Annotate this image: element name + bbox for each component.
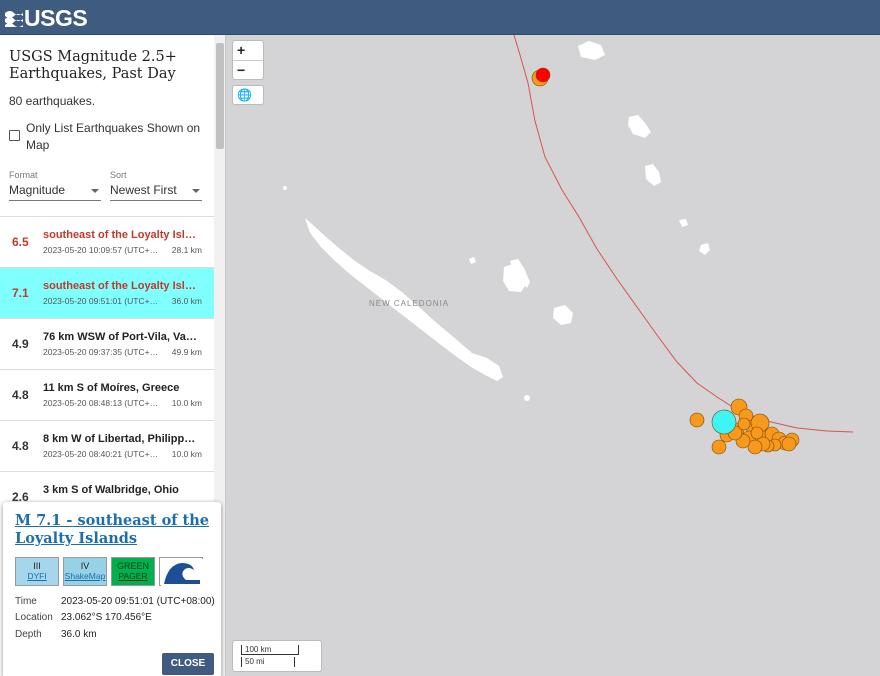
globe-icon: 🌐 xyxy=(237,88,252,102)
location-value: 23.062°S 170.456°E xyxy=(61,612,152,623)
magnitude: 7.1 xyxy=(12,286,29,300)
place-name: southeast of the Loyalty Islands xyxy=(43,280,198,292)
new-caledonia-label: NEW CALEDONIA xyxy=(369,299,449,308)
selected-earthquake-marker[interactable] xyxy=(711,409,737,435)
zoom-control[interactable]: + − xyxy=(232,40,264,80)
earthquake-list-item[interactable]: 7.1 southeast of the Loyalty Islands 2023-… xyxy=(0,267,214,318)
earthquake-list-item[interactable]: 6.5 southeast of the Loyalty Islands 2023-… xyxy=(0,216,214,267)
event-time: 2023-05-20 09:37:35 (UTC+08:00) xyxy=(43,347,161,357)
place-name: 8 km W of Libertad, Philippines xyxy=(43,433,198,445)
vanuatu-island-5 xyxy=(699,243,710,255)
earthquake-marker[interactable] xyxy=(750,426,764,440)
map-canvas[interactable]: NEW CALEDONIA xyxy=(227,35,880,676)
depth-label: Depth xyxy=(15,629,42,640)
sort-select[interactable]: Sort Newest First xyxy=(110,170,202,201)
logo-text: USGS xyxy=(24,4,88,31)
plate-boundary-line xyxy=(513,35,854,433)
place-name: 76 km WSW of Port-Vila, Vanuatu xyxy=(43,331,198,343)
event-depth: 28.1 km xyxy=(171,245,202,255)
scale-bar: 100 km 50 mi xyxy=(232,640,322,672)
shakemap-link[interactable]: ShakeMap xyxy=(64,571,106,581)
vanuatu-island-1 xyxy=(578,41,605,60)
scale-mi: 50 mi xyxy=(241,657,295,667)
map-view[interactable]: NEW CALEDONIA + − 🌐 100 km 50 mi xyxy=(227,35,880,676)
filter-label: Only List Earthquakes Shown on Map xyxy=(26,121,201,152)
isle-of-pines xyxy=(524,395,530,401)
sort-value-box[interactable]: Newest First xyxy=(110,183,202,201)
earthquake-list-item[interactable]: 4.8 11 km S of Moíres, Greece 2023-05-20 0… xyxy=(0,369,214,420)
vanuatu-island-4 xyxy=(679,219,688,227)
dyfi-link[interactable]: DYFI xyxy=(16,571,58,581)
scale-km: 100 km xyxy=(241,645,299,655)
shakemap-level: IV xyxy=(80,561,90,571)
event-time: 2023-05-20 10:09:57 (UTC+08:00) xyxy=(43,245,161,255)
pager-badge[interactable]: GREEN PAGER xyxy=(111,557,155,586)
earthquake-list-item[interactable]: 4.8 8 km W of Libertad, Philippines 2023-0… xyxy=(0,420,214,471)
format-select[interactable]: Format Magnitude xyxy=(9,170,101,201)
zoom-in-button[interactable]: + xyxy=(233,41,263,60)
chevron-down-icon xyxy=(192,189,200,193)
event-time: 2023-05-20 09:51:01 (UTC+08:00) xyxy=(43,296,161,306)
event-depth: 10.0 km xyxy=(171,449,202,459)
earthquake-marker[interactable] xyxy=(689,412,705,428)
magnitude: 4.8 xyxy=(12,388,29,402)
sort-value: Newest First xyxy=(110,183,177,197)
time-label: Time xyxy=(15,596,37,607)
magnitude: 4.9 xyxy=(12,337,29,351)
usgs-logo[interactable]: USGS xyxy=(5,4,88,31)
format-caption: Format xyxy=(9,170,38,180)
earthquake-count: 80 earthquakes. xyxy=(9,94,96,108)
place-name: 11 km S of Moíres, Greece xyxy=(43,382,180,394)
earthquake-marker[interactable] xyxy=(535,67,551,83)
sort-caption: Sort xyxy=(110,170,127,180)
popup-title-link[interactable]: M 7.1 - southeast of the Loyalty Islands xyxy=(15,512,215,548)
pager-link[interactable]: PAGER xyxy=(112,571,154,581)
map-filter[interactable]: Only List Earthquakes Shown on Map xyxy=(9,120,206,154)
earthquake-list: 6.5 southeast of the Loyalty Islands 2023-… xyxy=(0,216,214,522)
event-depth: 36.0 km xyxy=(171,296,202,306)
event-time: 2023-05-20 08:48:13 (UTC+08:00) xyxy=(43,398,161,408)
format-value-box[interactable]: Magnitude xyxy=(9,183,101,201)
tsunami-wave-icon xyxy=(161,559,203,586)
location-label: Location xyxy=(15,612,53,623)
format-value: Magnitude xyxy=(9,183,66,197)
dyfi-badge[interactable]: III DYFI xyxy=(15,557,59,586)
event-depth: 49.9 km xyxy=(171,347,202,357)
impact-badges: III DYFI IV ShakeMap GREEN PAGER xyxy=(15,557,203,586)
earthquake-list-item[interactable]: 4.9 76 km WSW of Port-Vila, Vanuatu 2023-0… xyxy=(0,318,214,369)
scrollbar-thumb[interactable] xyxy=(216,43,224,149)
feed-title: USGS Magnitude 2.5+ Earthquakes, Past Da… xyxy=(9,49,177,82)
usgs-wave-icon xyxy=(5,9,23,27)
earthquake-marker[interactable] xyxy=(737,417,751,431)
event-depth: 10.0 km xyxy=(171,398,202,408)
vanuatu-island-2 xyxy=(628,115,651,138)
earthquake-marker[interactable] xyxy=(781,436,797,452)
dyfi-level: III xyxy=(33,561,41,571)
earthquake-popup: M 7.1 - southeast of the Loyalty Islands… xyxy=(3,502,221,676)
magnitude: 4.8 xyxy=(12,439,29,453)
belep-islet xyxy=(283,186,287,190)
layers-control[interactable]: 🌐 xyxy=(232,85,264,105)
earthquake-marker[interactable] xyxy=(711,439,727,455)
shakemap-badge[interactable]: IV ShakeMap xyxy=(63,557,107,586)
time-value: 2023-05-20 09:51:01 (UTC+08:00) xyxy=(61,596,215,607)
magnitude: 6.5 xyxy=(12,235,29,249)
pager-level: GREEN xyxy=(116,561,149,571)
mare-island xyxy=(553,305,573,325)
chevron-down-icon xyxy=(91,189,99,193)
depth-value: 36.0 km xyxy=(61,629,97,640)
place-name: 3 km S of Walbridge, Ohio xyxy=(43,484,179,496)
header-bar: USGS xyxy=(0,0,880,35)
vanuatu-island-3 xyxy=(645,164,661,186)
only-shown-checkbox[interactable] xyxy=(9,130,20,141)
earthquake-markers[interactable] xyxy=(531,67,800,455)
zoom-out-button[interactable]: − xyxy=(233,60,263,79)
event-time: 2023-05-20 08:40:21 (UTC+08:00) xyxy=(43,449,161,459)
tsunami-badge[interactable] xyxy=(159,557,203,586)
tiga-islet xyxy=(469,257,476,264)
close-button[interactable]: CLOSE xyxy=(162,653,214,675)
place-name: southeast of the Loyalty Islands xyxy=(43,229,198,241)
